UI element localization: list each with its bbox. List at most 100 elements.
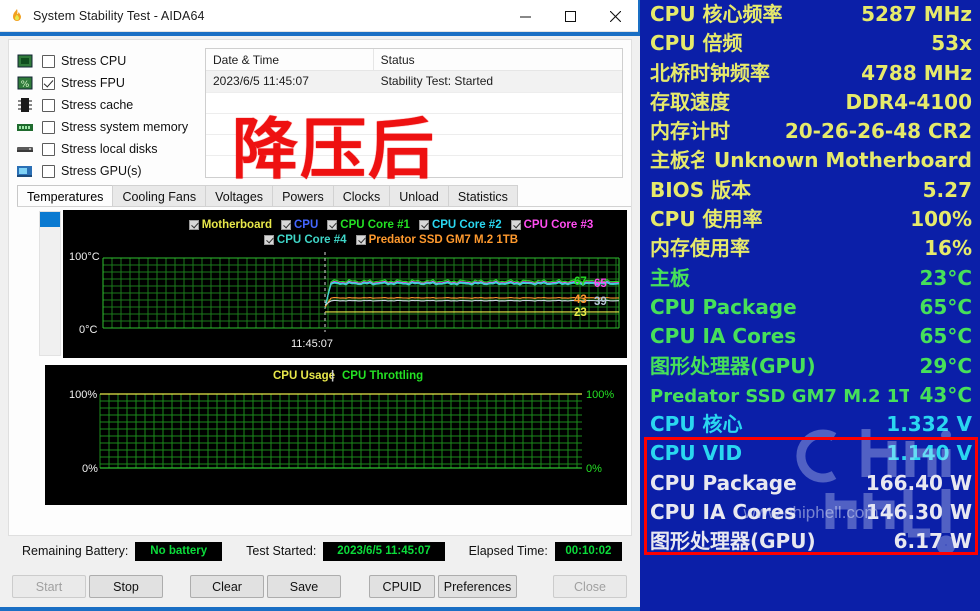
osd-value: 6.17 W <box>893 529 972 554</box>
checkbox-stress-cache[interactable] <box>42 98 55 112</box>
legend-item-cpu[interactable]: CPU <box>280 219 318 231</box>
legend-checkbox[interactable] <box>327 219 338 230</box>
status-log-table[interactable]: Date & Time Status 2023/6/5 11:45:07 Sta… <box>205 48 623 178</box>
osd-key: 图形处理器(GPU) <box>650 529 816 554</box>
legend-checkbox[interactable] <box>280 219 291 230</box>
remaining-battery-value: No battery <box>135 541 223 561</box>
tab-voltages[interactable]: Voltages <box>205 185 274 207</box>
maximize-button[interactable] <box>548 0 593 32</box>
osd-value: 100% <box>910 207 972 232</box>
osd-row-memory-timings: 内存计时 20-26-26-48 CR2 <box>642 117 980 146</box>
checkbox-stress-local-disks[interactable] <box>42 142 55 156</box>
status-strip: Remaining Battery: No battery Test Start… <box>22 541 622 561</box>
window-title: System Stability Test - AIDA64 <box>33 8 205 23</box>
osd-row-bios-version: BIOS 版本 5.27 <box>642 176 980 205</box>
osd-row-gpu-temp: 图形处理器(GPU) 29°C <box>642 352 980 381</box>
tab-label: Statistics <box>457 189 508 204</box>
tab-unload[interactable]: Unload <box>389 185 449 207</box>
screenshot-root: System Stability Test - AIDA64 Stress CP… <box>0 0 980 611</box>
cell-status: Stability Test: Started <box>380 74 494 88</box>
stress-option-fpu[interactable]: % Stress FPU <box>17 72 207 94</box>
stress-option-label: Stress cache <box>61 98 134 112</box>
osd-row-motherboard-temp: 主板 23°C <box>642 264 980 293</box>
test-started-label: Test Started: <box>246 544 317 558</box>
osd-value: 166.40 W <box>865 470 972 495</box>
checkbox-stress-cpu[interactable] <box>42 54 55 68</box>
tab-temperatures[interactable]: Temperatures <box>17 185 114 207</box>
table-row[interactable]: 2023/6/5 11:45:07 Stability Test: Starte… <box>206 71 622 92</box>
stress-option-system-memory[interactable]: Stress system memory <box>17 116 207 138</box>
legend-checkbox[interactable] <box>510 219 521 230</box>
close-dialog-button[interactable]: Close <box>553 575 627 598</box>
legend-label: CPU Core #3 <box>523 218 594 231</box>
legend-checkbox[interactable] <box>188 219 199 230</box>
tab-clocks[interactable]: Clocks <box>332 185 391 207</box>
stress-option-cpu[interactable]: Stress CPU <box>17 50 207 72</box>
legend-item-cpu-core-1[interactable]: CPU Core #1 <box>327 219 410 231</box>
checkbox-stress-gpu[interactable] <box>42 164 55 178</box>
osd-row-gpu-power: 图形处理器(GPU) 6.17 W <box>642 527 980 556</box>
save-button[interactable]: Save <box>267 575 341 598</box>
stress-option-cache[interactable]: Stress cache <box>17 94 207 116</box>
stress-option-local-disks[interactable]: Stress local disks <box>17 138 207 160</box>
osd-key: 内存计时 <box>650 119 730 144</box>
stop-button[interactable]: Stop <box>89 575 163 598</box>
start-button[interactable]: Start <box>12 575 86 598</box>
legend-checkbox[interactable] <box>418 219 429 230</box>
osd-value: 5287 MHz <box>861 2 972 26</box>
stress-option-gpu[interactable]: Stress GPU(s) <box>17 160 207 182</box>
tab-statistics[interactable]: Statistics <box>447 185 518 207</box>
osd-value: 4788 MHz <box>861 60 972 85</box>
osd-value: 53x <box>931 31 972 56</box>
legend-checkbox[interactable] <box>263 234 274 245</box>
close-button[interactable] <box>593 0 638 32</box>
elapsed-time-value: 00:10:02 <box>554 541 622 561</box>
preferences-button[interactable]: Preferences <box>438 575 517 598</box>
column-header-datetime[interactable]: Date & Time <box>206 49 374 71</box>
osd-key: CPU 倍频 <box>650 31 743 56</box>
osd-row-cpu-multiplier: CPU 倍频 53x <box>642 29 980 58</box>
osd-value: 146.30 W <box>865 500 972 525</box>
temp-time-marker-label: 11:45:07 <box>291 338 334 350</box>
osd-value: 29°C <box>919 353 972 378</box>
osd-value: 23°C <box>919 265 972 290</box>
content-panel: Stress CPU % Stress FPU Stress cache Str… <box>8 39 632 536</box>
osd-row-cpu-ia-cores-temp: CPU IA Cores 65°C <box>642 322 980 351</box>
graph-area: Motherboard CPU CPU Core #1 CPU Core #2 … <box>17 207 631 532</box>
stress-option-label: Stress CPU <box>61 54 127 68</box>
legend-checkbox[interactable] <box>355 234 366 245</box>
temperature-chart[interactable]: Motherboard CPU CPU Core #1 CPU Core #2 … <box>63 210 627 358</box>
osd-row-cpu-ia-cores-power: CPU IA Cores 146.30 W <box>642 498 980 527</box>
stress-option-label: Stress system memory <box>61 120 189 134</box>
column-header-status[interactable]: Status <box>374 49 622 71</box>
legend-item-cpu-core-2[interactable]: CPU Core #2 <box>418 219 502 231</box>
window-client-area: Stress CPU % Stress FPU Stress cache Str… <box>0 36 640 611</box>
legend-item-cpu-core-4[interactable]: CPU Core #4 <box>263 234 347 246</box>
minimize-button[interactable] <box>503 0 548 32</box>
legend-item-motherboard[interactable]: Motherboard <box>188 218 272 231</box>
checkbox-stress-system-memory[interactable] <box>42 120 55 134</box>
tab-label: Powers <box>282 189 324 204</box>
stress-option-label: Stress local disks <box>61 142 158 156</box>
cpuid-button[interactable]: CPUID <box>369 575 435 598</box>
legend-item-predator-ssd[interactable]: Predator SSD GM7 M.2 1TB <box>355 234 518 246</box>
osd-row-cpu-package-power: CPU Package 166.40 W <box>642 469 980 498</box>
button-bar: Start Stop Clear Save CPUID Preferences … <box>0 570 640 611</box>
osd-key: BIOS 版本 <box>650 177 752 202</box>
osd-key: CPU 使用率 <box>650 207 763 232</box>
clear-button[interactable]: Clear <box>190 575 264 598</box>
scrollbar-thumb[interactable] <box>40 212 60 227</box>
legend-item-cpu-core-3[interactable]: CPU Core #3 <box>510 218 594 231</box>
checkbox-stress-fpu[interactable] <box>42 76 55 90</box>
tab-powers[interactable]: Powers <box>272 185 334 207</box>
osd-key: Predator SSD GM7 M.2 1TB <box>650 385 910 407</box>
cpu-usage-chart[interactable]: CPU Usage | CPU Throttling 100% 0% 100% … <box>45 365 627 505</box>
gpu-card-icon <box>17 164 35 179</box>
osd-row-cpu-vid: CPU VID 1.140 V <box>642 439 980 468</box>
bottom-accent-bar <box>0 607 640 611</box>
stress-options-list: Stress CPU % Stress FPU Stress cache Str… <box>17 50 207 182</box>
legend-label: Motherboard <box>201 218 272 231</box>
table-header-row: Date & Time Status <box>206 49 622 71</box>
tab-cooling-fans[interactable]: Cooling Fans <box>112 185 207 207</box>
graph-scrollbar[interactable] <box>39 211 61 356</box>
